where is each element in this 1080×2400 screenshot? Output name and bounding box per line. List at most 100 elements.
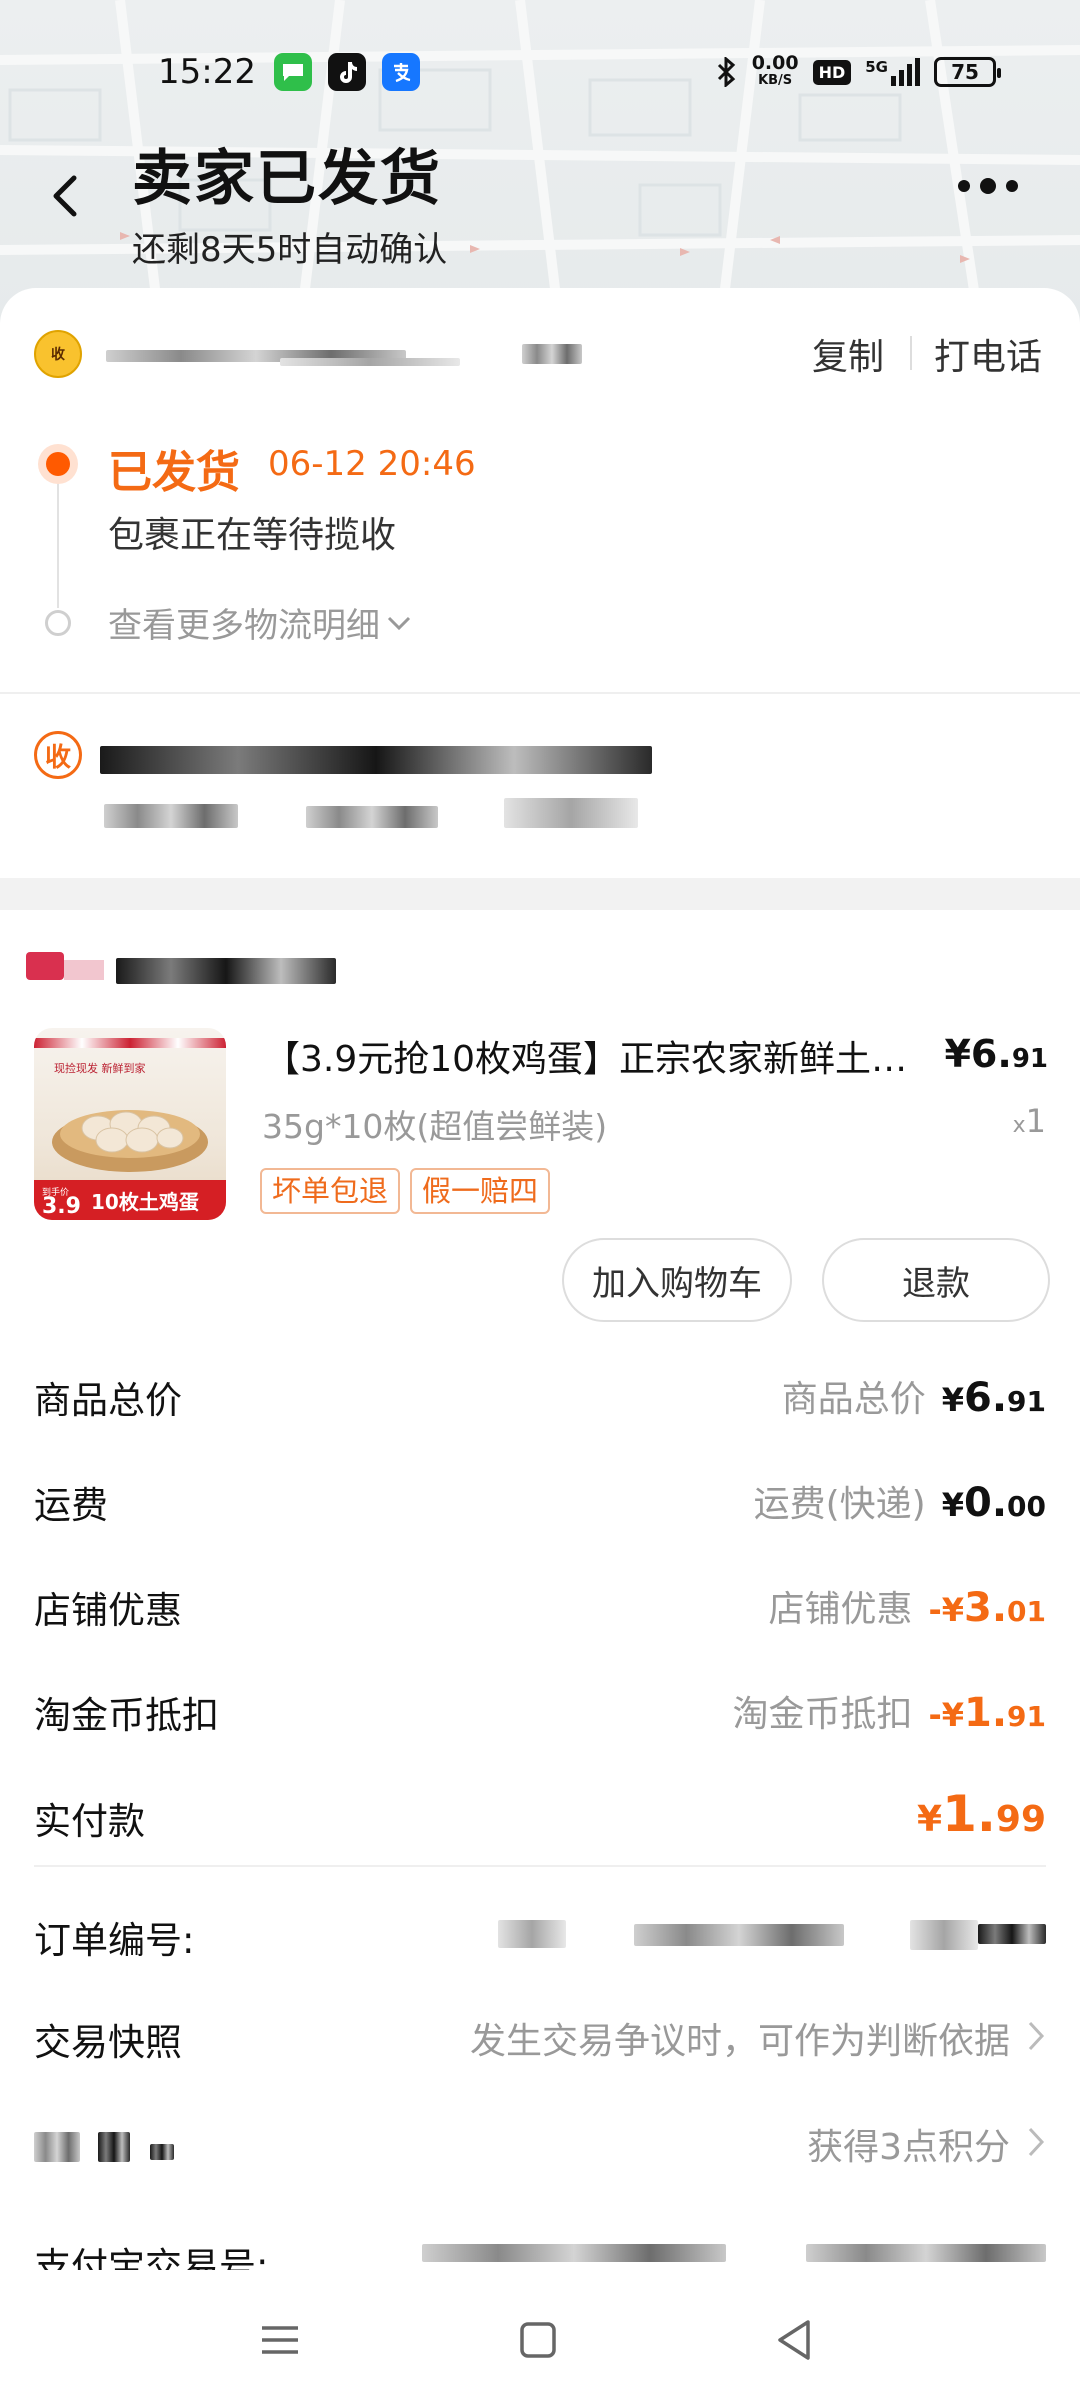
divider xyxy=(910,336,912,370)
back-button[interactable] xyxy=(44,168,84,224)
order-card: 现捡现发 新鲜到家 到手价 3.9 10枚土鸡蛋 【3.9元抢10枚鸡蛋】正宗农… xyxy=(0,910,1080,2300)
chevron-left-icon xyxy=(53,175,77,217)
coin-deduction-key: 淘金币抵扣 xyxy=(732,1694,913,1735)
tag-bad-order-refund: 坏单包退 xyxy=(260,1168,401,1214)
tracking-number-redacted-3 xyxy=(522,344,582,364)
paid-row: 实付款 ¥1.99 xyxy=(34,1785,1046,1855)
header: 15:22 0.00 KB/S HD 5G 75 卖家已发货 还剩8天5时自动确… xyxy=(0,0,1080,330)
alipay-trade-number-redacted xyxy=(422,2244,726,2262)
back-nav-button[interactable] xyxy=(764,2310,824,2370)
network-speed: 0.00 KB/S xyxy=(751,52,799,89)
logistics-time: 06-12 20:46 xyxy=(268,444,476,484)
messages-app-icon xyxy=(274,53,312,91)
tag-fake-compensation: 假一赔四 xyxy=(410,1168,551,1214)
status-right: 0.00 KB/S HD 5G 75 xyxy=(716,52,1001,90)
add-to-cart-button[interactable]: 加入购物车 xyxy=(562,1238,792,1322)
points-row[interactable]: 获得3点积分 xyxy=(34,2118,1046,2178)
trade-snapshot-hint: 发生交易争议时，可作为判断依据 xyxy=(469,2021,1010,2062)
tracking-number-redacted-2 xyxy=(280,358,460,366)
order-number-redacted-4 xyxy=(978,1924,1046,1944)
receiver-icon: 收 xyxy=(34,731,82,779)
status-app-icons xyxy=(274,53,420,91)
signal-icon: 5G xyxy=(865,58,920,86)
product-image-slogan: 现捡现发 新鲜到家 xyxy=(54,1062,146,1075)
view-more-logistics[interactable]: 查看更多物流明细 xyxy=(108,598,412,647)
coin-deduction-row: 淘金币抵扣 淘金币抵扣 -¥1.91 xyxy=(34,1685,1046,1745)
recent-apps-button[interactable] xyxy=(250,2310,310,2370)
more-options-button[interactable] xyxy=(958,178,1018,194)
order-number-row: 订单编号: xyxy=(34,1910,1046,1970)
trade-snapshot-row[interactable]: 交易快照 发生交易争议时，可作为判断依据 xyxy=(34,2012,1046,2072)
shipping-row: 运费 运费(快递) ¥0.00 xyxy=(34,1475,1046,1535)
status-bar: 15:22 0.00 KB/S HD 5G 75 xyxy=(0,40,1080,104)
paid-amount: ¥1.99 xyxy=(917,1785,1046,1843)
shipping-amount: ¥0.00 xyxy=(941,1480,1046,1526)
order-number-label: 订单编号: xyxy=(34,1919,195,1962)
copy-button[interactable]: 复制 xyxy=(812,328,884,380)
goods-total-key: 商品总价 xyxy=(781,1379,926,1420)
alipay-trade-number-row: 支付宝交易号: xyxy=(34,2236,1046,2270)
call-button[interactable]: 打电话 xyxy=(934,328,1042,380)
product-spec: 35g*10枚(超值尝鲜装) xyxy=(262,1107,608,1146)
goods-total-row: 商品总价 商品总价 ¥6.91 xyxy=(34,1370,1046,1430)
receiver-name-redacted xyxy=(100,746,652,774)
menu-icon xyxy=(262,2326,298,2354)
timeline-dot xyxy=(45,610,71,636)
auto-confirm-countdown: 还剩8天5时自动确认 xyxy=(132,230,448,270)
paid-label: 实付款 xyxy=(34,1800,145,1843)
bluetooth-icon xyxy=(717,57,735,87)
douyin-app-icon xyxy=(328,53,366,91)
eggs-basket-image xyxy=(52,1110,208,1172)
product-price: ¥6.91 xyxy=(944,1032,1048,1076)
logistics-card: 收 复制 打电话 已发货 06-12 20:46 包裹正在等待揽收 查看更多物流… xyxy=(0,288,1080,878)
product-image[interactable]: 现捡现发 新鲜到家 到手价 3.9 10枚土鸡蛋 xyxy=(34,1028,226,1220)
logistics-status: 已发货 xyxy=(108,447,240,498)
battery-icon: 75 xyxy=(934,57,1001,87)
receiver-address-redacted xyxy=(104,804,238,828)
price-badge: 到手价 3.9 10枚土鸡蛋 xyxy=(34,1180,226,1220)
shop-discount-amount: -¥3.01 xyxy=(928,1585,1046,1631)
alipay-trade-number-label: 支付宝交易号: xyxy=(34,2245,269,2270)
alipay-trade-number-redacted-2 xyxy=(806,2244,1046,2262)
product-quantity: x1 xyxy=(1012,1102,1046,1140)
points-text: 获得3点积分 xyxy=(807,2127,1010,2168)
timeline-line xyxy=(57,478,59,608)
coin-deduction-label: 淘金币抵扣 xyxy=(34,1694,219,1737)
chevron-right-icon xyxy=(1028,2127,1045,2157)
points-label-redacted-3 xyxy=(150,2144,174,2160)
points-label-redacted-2 xyxy=(98,2132,130,2162)
goods-total-label: 商品总价 xyxy=(34,1379,182,1422)
trade-snapshot-label: 交易快照 xyxy=(34,2021,182,2064)
order-number-redacted-2 xyxy=(634,1924,844,1946)
triangle-back-icon xyxy=(778,2320,810,2360)
image-banner xyxy=(34,1038,226,1048)
shop-discount-key: 店铺优惠 xyxy=(768,1589,913,1630)
refund-button[interactable]: 退款 xyxy=(822,1238,1050,1322)
goods-total-amount: ¥6.91 xyxy=(941,1375,1046,1421)
order-number-redacted xyxy=(498,1920,566,1948)
hd-badge: HD xyxy=(812,59,852,85)
courier-logo: 收 xyxy=(34,330,82,378)
order-number-redacted-3 xyxy=(910,1920,978,1950)
shop-discount-row: 店铺优惠 店铺优惠 -¥3.01 xyxy=(34,1580,1046,1640)
shop-discount-label: 店铺优惠 xyxy=(34,1589,182,1632)
page-title: 卖家已发货 xyxy=(132,144,442,214)
view-more-label: 查看更多物流明细 xyxy=(108,606,380,646)
divider xyxy=(0,692,1080,694)
status-time: 15:22 xyxy=(158,52,256,92)
points-label-redacted xyxy=(34,2132,80,2162)
chevron-right-icon xyxy=(1028,2021,1045,2051)
timeline-active-dot xyxy=(38,444,78,484)
divider xyxy=(34,1865,1046,1867)
shipping-label: 运费 xyxy=(34,1484,108,1527)
receiver-address-redacted-2 xyxy=(306,806,438,828)
shipping-key: 运费(快递) xyxy=(753,1484,926,1525)
logistics-description: 包裹正在等待揽收 xyxy=(108,515,397,556)
coin-deduction-amount: -¥1.91 xyxy=(928,1690,1046,1736)
square-icon xyxy=(520,2322,556,2358)
product-title[interactable]: 【3.9元抢10枚鸡蛋】正宗农家新鲜土鸡蛋 xyxy=(264,1030,914,1082)
alipay-app-icon xyxy=(382,53,420,91)
home-button[interactable] xyxy=(508,2310,568,2370)
chevron-down-icon xyxy=(387,616,411,630)
receiver-address-redacted-3 xyxy=(504,798,638,828)
